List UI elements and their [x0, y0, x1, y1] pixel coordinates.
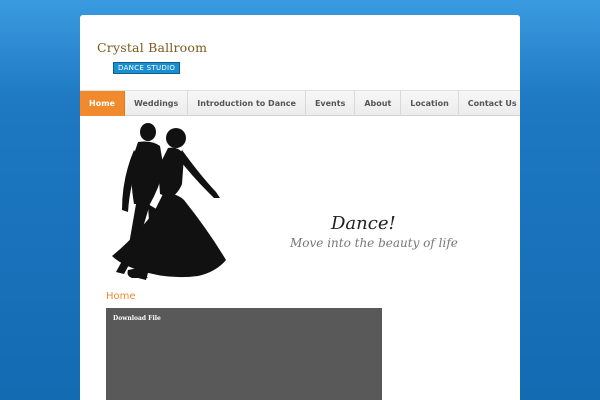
hero-subtitle: Move into the beauty of life	[290, 236, 458, 250]
logo-title: Crystal Ballroom	[97, 40, 208, 55]
hero-title: Dance!	[331, 213, 396, 234]
dancing-couple-image	[112, 123, 226, 280]
download-file-link[interactable]: Download File	[113, 315, 161, 322]
main-nav: Home Weddings Introduction to Dance Even…	[80, 90, 520, 116]
nav-item-contact-us[interactable]: Contact Us	[459, 91, 520, 116]
page-title: Home	[106, 291, 136, 302]
nav-item-events[interactable]: Events	[306, 91, 356, 116]
nav-item-location[interactable]: Location	[401, 91, 459, 116]
site-header: Crystal Ballroom DANCE STUDIO	[80, 15, 520, 90]
nav-item-weddings[interactable]: Weddings	[125, 91, 189, 116]
download-panel: Download File	[106, 308, 382, 400]
site-logo[interactable]: Crystal Ballroom DANCE STUDIO	[97, 40, 208, 74]
nav-item-introduction-to-dance[interactable]: Introduction to Dance	[188, 91, 306, 116]
logo-subtitle: DANCE STUDIO	[113, 62, 181, 74]
page-container: Crystal Ballroom DANCE STUDIO Home Weddi…	[80, 15, 520, 400]
nav-item-about[interactable]: About	[355, 91, 402, 116]
nav-item-home[interactable]: Home	[80, 91, 125, 116]
hero-banner: Dance! Move into the beauty of life	[80, 117, 520, 287]
hero-tagline: Dance! Move into the beauty of life	[290, 213, 490, 250]
